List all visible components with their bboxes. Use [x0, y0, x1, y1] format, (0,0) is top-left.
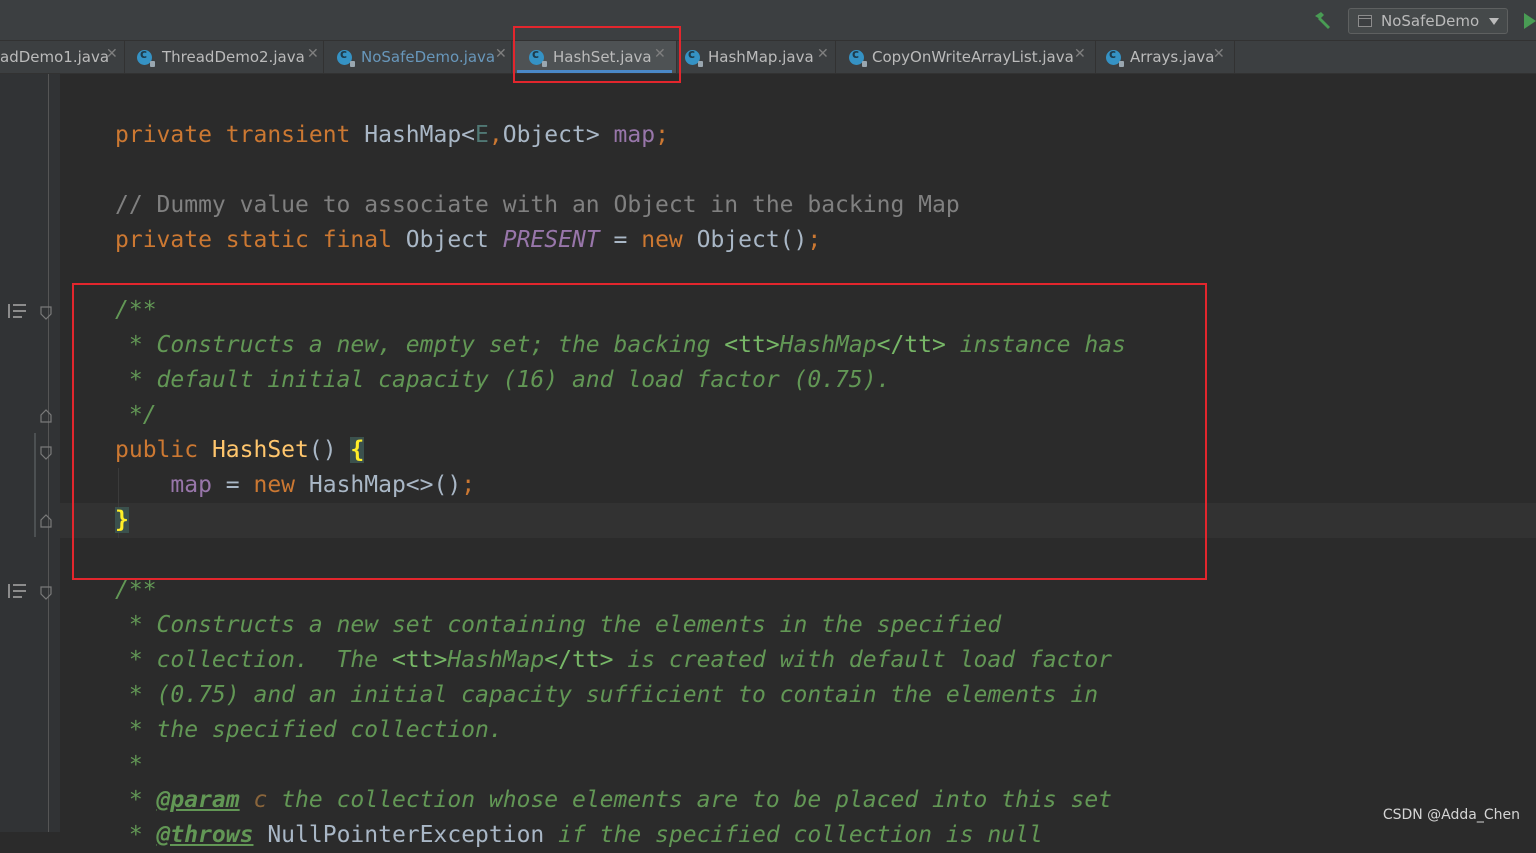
code-token: Object> [502, 122, 614, 148]
fold-collapse-icon[interactable] [40, 586, 52, 600]
code-line: * collection. The <tt>HashMap</tt> is cr… [115, 643, 1112, 678]
code-token: the collection whose elements are to be … [267, 787, 1113, 813]
tab-label: CopyOnWriteArrayList.java [872, 48, 1074, 66]
tab-threaddemo1[interactable]: adDemo1.java ✕ [0, 41, 125, 73]
run-configuration-dropdown[interactable]: NoSafeDemo [1348, 8, 1508, 34]
code-token: * [115, 787, 157, 813]
code-token: = [599, 227, 642, 253]
code-line: * (0.75) and an initial capacity suffici… [115, 678, 1098, 713]
tab-arrays[interactable]: Arrays.java ✕ [1097, 41, 1235, 73]
code-line: * @param c the collection whose elements… [115, 783, 1112, 818]
close-icon[interactable]: ✕ [1213, 46, 1225, 62]
code-line: private static final Object PRESENT = ne… [115, 223, 821, 258]
close-icon[interactable]: ✕ [495, 46, 507, 62]
tab-label: NoSafeDemo.java [361, 48, 496, 66]
tab-threaddemo2[interactable]: ThreadDemo2.java ✕ [126, 41, 324, 73]
code-token: Object [405, 227, 503, 253]
hammer-icon[interactable] [1312, 10, 1334, 32]
code-token: @param [156, 787, 240, 813]
render-doc-icon[interactable] [8, 304, 26, 318]
java-class-icon [1106, 47, 1124, 67]
java-class-icon [337, 47, 355, 67]
application-icon [1358, 15, 1372, 27]
code-token: ; [655, 122, 669, 148]
tab-label: HashMap.java [708, 48, 814, 66]
code-token: /** [115, 577, 157, 603]
code-token: if the specified collection is null [544, 822, 1043, 848]
code-token: Object() [696, 227, 808, 253]
java-class-icon [685, 47, 703, 67]
annotation-box-tab [513, 26, 681, 83]
code-token: private static final [115, 227, 406, 253]
editor-tab-bar: adDemo1.java ✕ ThreadDemo2.java ✕ NoSafe… [0, 41, 1536, 74]
code-token: </tt> [544, 647, 614, 673]
tab-label: adDemo1.java [0, 48, 110, 66]
close-icon[interactable]: ✕ [817, 46, 829, 62]
code-token: * [115, 822, 157, 848]
code-token: * (0.75) and an initial capacity suffici… [115, 682, 1099, 708]
tab-hashmap[interactable]: HashMap.java ✕ [678, 41, 836, 73]
code-token: // Dummy value to associate with an Obje… [115, 192, 960, 218]
tab-label: ThreadDemo2.java [162, 48, 305, 66]
close-icon[interactable]: ✕ [106, 46, 118, 62]
code-token: ; [807, 227, 822, 253]
code-token: new [641, 227, 697, 253]
code-token: * collection. The [115, 647, 392, 673]
code-token: PRESENT [502, 227, 600, 253]
code-token: NullPointerException [253, 822, 545, 848]
code-token: E [475, 122, 489, 148]
tab-label: Arrays.java [1130, 48, 1215, 66]
fold-collapse-icon[interactable] [40, 446, 52, 460]
code-token: * the specified collection. [115, 717, 503, 743]
close-icon[interactable]: ✕ [1074, 46, 1086, 62]
indent-guide [34, 433, 36, 537]
code-token: map [613, 122, 656, 148]
code-token: private transient [115, 122, 365, 148]
code-line: private transient HashMap<E,Object> map; [115, 118, 669, 153]
tab-nosafedemo[interactable]: NoSafeDemo.java ✕ [325, 41, 512, 73]
fold-end-icon[interactable] [40, 409, 52, 423]
code-line: // Dummy value to associate with an Obje… [115, 188, 960, 223]
tab-copyonwritearraylist[interactable]: CopyOnWriteArrayList.java ✕ [837, 41, 1096, 73]
code-token: HashMap< [364, 122, 476, 148]
code-token: @throws [156, 822, 254, 848]
code-token: c [239, 787, 268, 813]
java-class-icon [849, 47, 867, 67]
render-doc-icon[interactable] [8, 584, 26, 598]
code-line: * [115, 748, 143, 783]
code-line: * @throws NullPointerException if the sp… [115, 818, 1043, 853]
code-token: * [115, 752, 143, 778]
code-line: * the specified collection. [115, 713, 503, 748]
watermark: CSDN @Adda_Chen [1382, 807, 1520, 823]
java-class-icon [137, 47, 155, 67]
close-icon[interactable]: ✕ [307, 46, 319, 62]
play-icon[interactable] [1524, 13, 1536, 29]
code-token: * Constructs a new set containing the el… [115, 612, 1002, 638]
fold-end-icon[interactable] [40, 514, 52, 528]
code-token: HashMap [447, 647, 545, 673]
run-configuration-label: NoSafeDemo [1381, 12, 1480, 30]
top-toolbar: NoSafeDemo [0, 0, 1536, 41]
annotation-box-constructor [72, 283, 1207, 580]
fold-collapse-icon[interactable] [40, 306, 52, 320]
code-line: * Constructs a new set containing the el… [115, 608, 1001, 643]
code-token: , [488, 122, 503, 148]
code-token: <tt> [391, 647, 448, 673]
chevron-down-icon [1489, 18, 1499, 25]
code-token: is created with default load factor [613, 647, 1113, 673]
